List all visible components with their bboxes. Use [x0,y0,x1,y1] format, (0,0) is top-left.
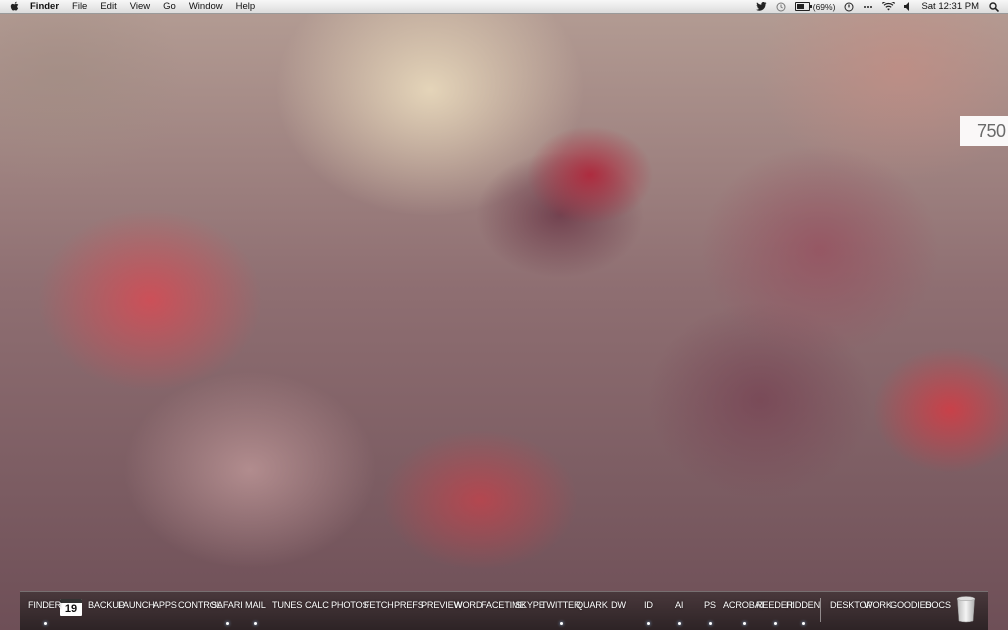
time-machine-icon[interactable] [776,2,786,12]
dock-item-dw[interactable]: DW [611,600,626,610]
dock-item-fetch[interactable]: FETCH [364,600,394,610]
menu-window[interactable]: Window [189,1,223,12]
menu-view[interactable]: View [130,1,150,12]
dock: 19 FINDER BACKUP LAUNCH APPS CONTROL SAFARI MA… [20,591,988,630]
menu-file[interactable]: File [72,1,87,12]
calendar-icon[interactable]: 19 [60,599,82,616]
dock-item-apps[interactable]: APPS [153,600,177,610]
dock-item-launch[interactable]: LAUNCH [118,600,155,610]
running-indicator [647,622,651,625]
dock-item-calc[interactable]: CALC [305,600,329,610]
menu-edit[interactable]: Edit [100,1,116,12]
dock-item-tunes[interactable]: TUNES [272,600,302,610]
dock-item-photos[interactable]: PHOTOS [331,600,369,610]
dock-item-mail[interactable]: MAIL [245,600,266,610]
dock-item-ps[interactable]: PS [704,600,716,610]
spotlight-search-icon[interactable] [989,1,999,12]
running-indicator [708,622,712,625]
running-indicator [43,622,47,625]
dock-item-id[interactable]: ID [644,600,653,610]
dock-item-hidden[interactable]: HIDDEN [786,600,820,610]
dock-separator [820,598,821,622]
dock-item-quark[interactable]: QUARK [576,600,608,610]
clock-history-icon[interactable] [844,2,854,12]
dock-item-word[interactable]: WORD [454,600,482,610]
dock-stack-docs[interactable]: DOCS [925,600,951,610]
dock-item-twitter[interactable]: TWITTER [541,600,581,610]
battery-percent: (69%) [812,1,836,12]
menu-help[interactable]: Help [236,1,256,12]
running-indicator [254,622,258,625]
menu-bar: Finder File Edit View Go Window Help (69… [0,0,1008,14]
running-indicator [773,622,777,625]
menu-go[interactable]: Go [163,1,176,12]
running-indicator [225,622,229,625]
dock-item-ai[interactable]: AI [675,600,683,610]
twitter-bird-icon[interactable] [755,2,767,11]
menu-app-finder[interactable]: Finder [30,1,59,12]
dock-stack-work[interactable]: WORK [864,600,892,610]
battery-fill [796,4,805,9]
dock-item-prefs[interactable]: PREFS [394,600,424,610]
battery-status[interactable]: (69%) [794,1,836,12]
running-indicator [559,622,563,625]
battery-icon [794,2,812,11]
menu-clock[interactable]: Sat 12:31 PM [921,1,979,12]
desktop-counter-widget: 750 [960,116,1008,146]
trash-icon[interactable] [956,596,976,623]
volume-icon[interactable] [904,2,912,11]
running-indicator [743,622,747,625]
bluetooth-dots-icon[interactable] [863,4,873,10]
dock-item-safari[interactable]: SAFARI [211,600,243,610]
dock-item-finder[interactable]: FINDER [28,600,61,610]
running-indicator [802,622,806,625]
calendar-day: 19 [64,603,78,615]
status-area: (69%) Sat 12:31 PM [755,0,1008,13]
apple-icon[interactable] [10,1,20,12]
running-indicator [678,622,682,625]
wifi-icon[interactable] [882,2,896,11]
